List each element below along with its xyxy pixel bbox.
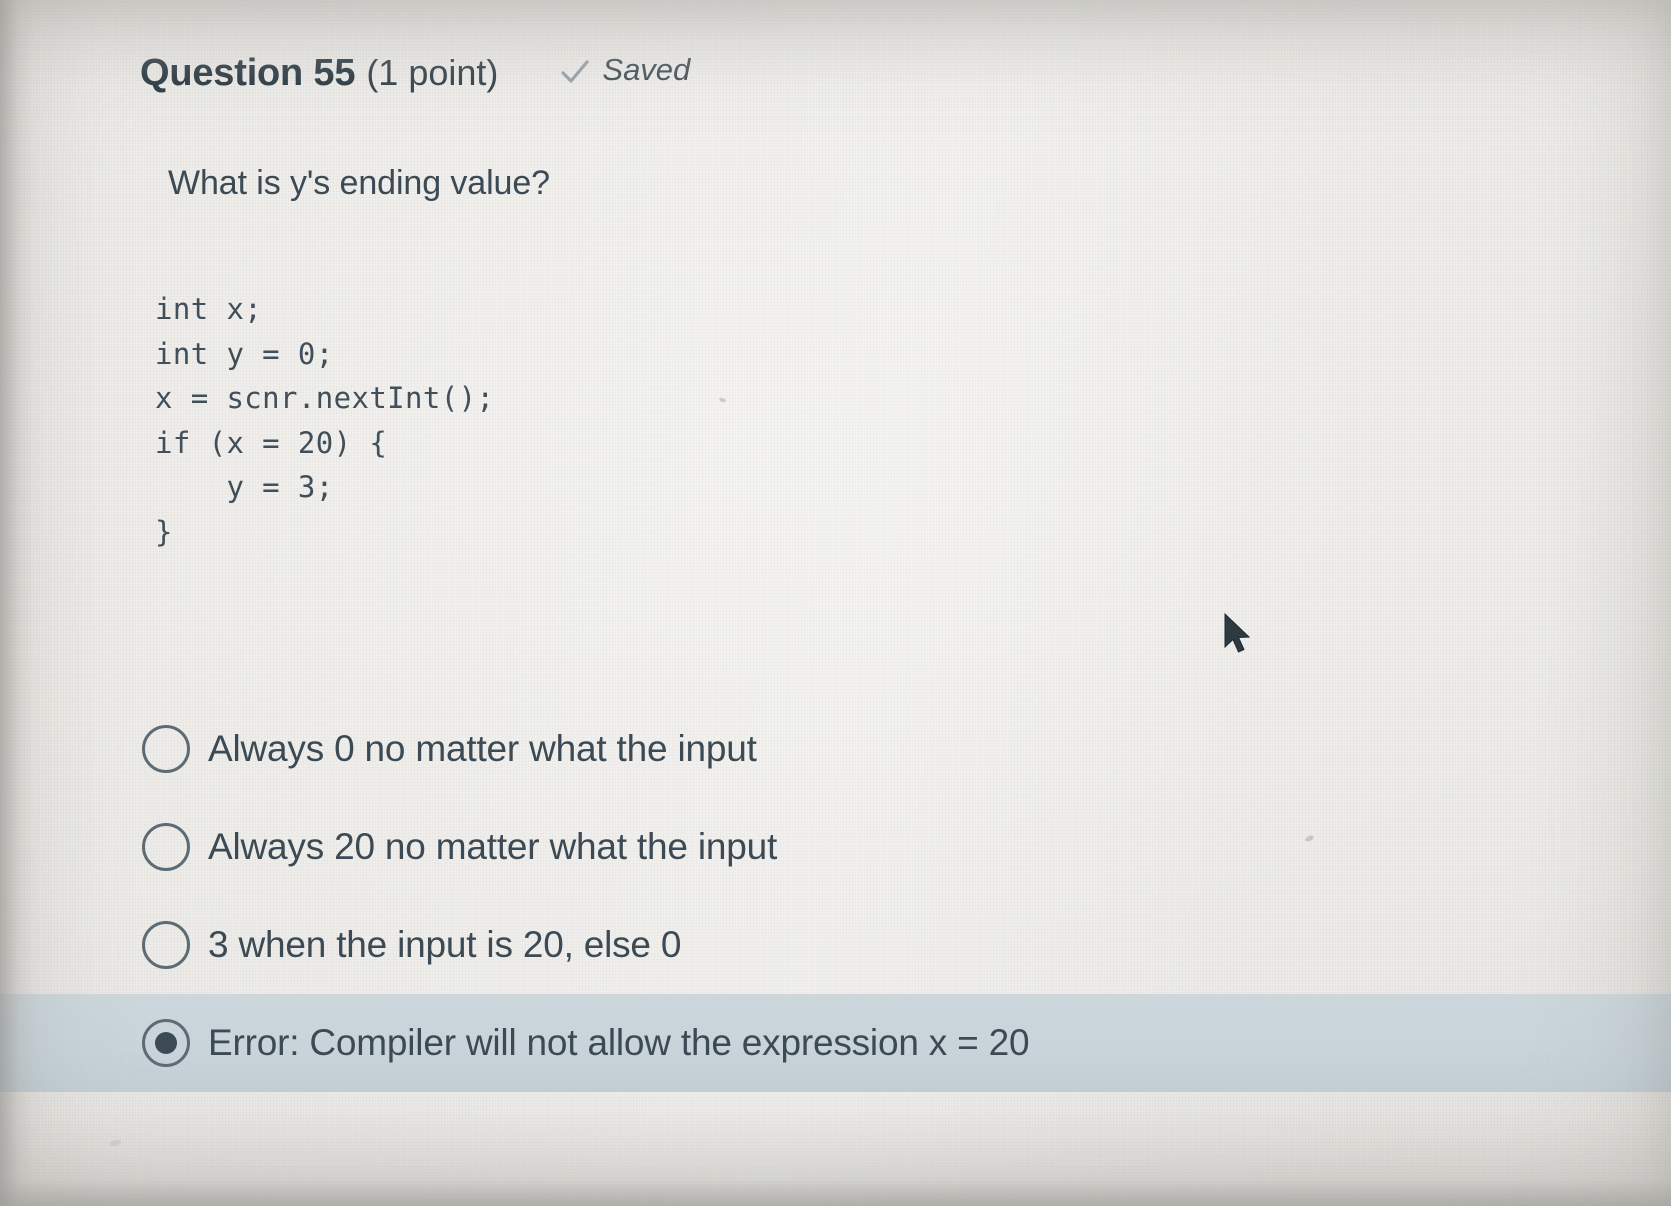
screen-left-edge bbox=[0, 0, 34, 1206]
quiz-screenshot: Question 55 (1 point) Saved What is y's … bbox=[0, 0, 1671, 1206]
screen-vignette bbox=[0, 0, 1671, 1206]
screen-bottom-edge bbox=[0, 1180, 1671, 1206]
